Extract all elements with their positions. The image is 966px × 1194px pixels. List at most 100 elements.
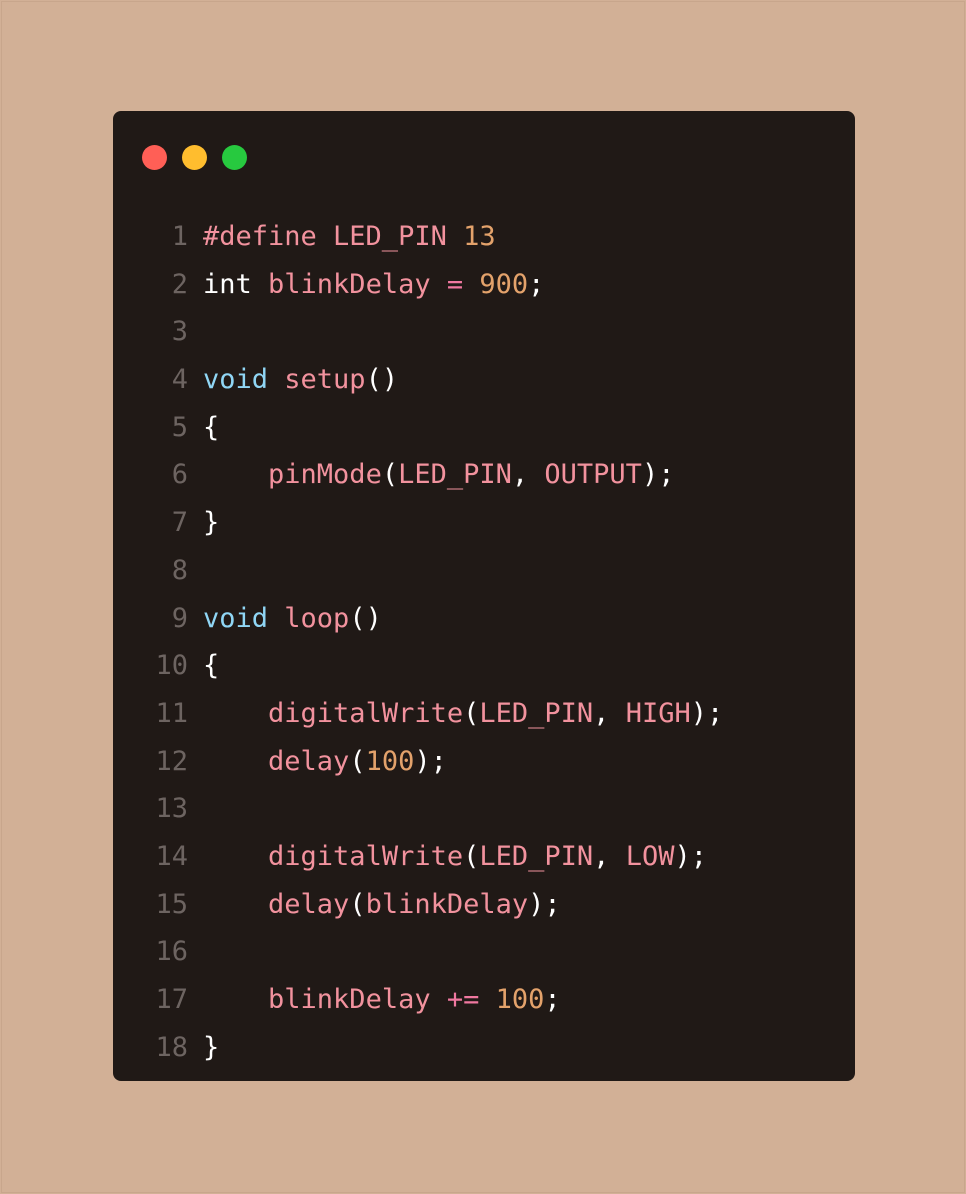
line-content: digitalWrite(LED_PIN, LOW); [188, 833, 707, 881]
line-number: 12 [155, 745, 188, 777]
line-content: #define LED_PIN 13 [188, 213, 496, 261]
line-content: delay(blinkDelay); [188, 881, 561, 929]
line-content: } [188, 1024, 219, 1072]
code-token: ); [674, 840, 707, 872]
line-content: blinkDelay += 100; [188, 976, 561, 1024]
line-number: 3 [171, 316, 188, 348]
code-token: = [446, 268, 480, 300]
code-token: #define LED_PIN [203, 221, 464, 252]
code-token: , [511, 459, 545, 491]
code-token: delay [268, 745, 350, 777]
code-token: OUTPUT [544, 459, 642, 491]
line-number: 8 [171, 554, 188, 586]
code-line: 12 delay(100); [113, 738, 855, 786]
code-line: 6 pinMode(LED_PIN, OUTPUT); [113, 451, 855, 499]
line-number: 17 [155, 984, 188, 1015]
code-line: 4 void setup() [113, 356, 855, 404]
line-number: 5 [171, 411, 188, 443]
line-content: } [188, 499, 219, 547]
code-token: { [203, 411, 220, 443]
line-number: 13 [155, 793, 188, 825]
line-number: 15 [155, 888, 188, 920]
code-token: blinkDelay [268, 268, 447, 300]
line-number: 4 [171, 364, 188, 396]
code-line: 1 #define LED_PIN 13 [113, 213, 855, 261]
code-line: 15 delay(blinkDelay); [113, 881, 855, 929]
code-token: () [365, 364, 399, 396]
code-line: 10 { [113, 642, 855, 690]
code-token: int [203, 268, 269, 300]
maximize-window-button[interactable] [222, 145, 247, 170]
code-line: 13 [113, 785, 855, 833]
code-token: ( [381, 459, 399, 491]
code-token: ); [641, 459, 675, 491]
code-token: void [203, 364, 285, 396]
line-number: 18 [155, 1031, 188, 1063]
code-token: ( [349, 745, 366, 777]
code-token: ); [690, 697, 724, 729]
code-token: 100 [365, 745, 415, 777]
code-token: ; [544, 984, 561, 1015]
line-number: 14 [155, 840, 188, 872]
code-token: void [203, 602, 285, 634]
code-line: 7} [113, 499, 855, 547]
code-token: blinkDelay [268, 984, 447, 1015]
code-token: { [203, 650, 220, 682]
code-line: 18} [113, 1024, 855, 1072]
code-window: 1 #define LED_PIN 13 2 int blinkDelay = 900… [113, 111, 855, 1081]
code-line: 9 void loop() [113, 595, 855, 643]
code-line: 8 [113, 547, 855, 595]
code-token: () [349, 602, 382, 634]
line-number: 11 [155, 697, 188, 729]
line-content: digitalWrite(LED_PIN, HIGH); [188, 690, 723, 738]
code-token: blinkDelay [365, 888, 529, 920]
line-number: 6 [171, 459, 188, 491]
code-line: 5{ [113, 404, 855, 452]
code-token: } [203, 507, 220, 539]
line-number: 16 [155, 936, 188, 968]
code-line: 3 [113, 308, 855, 356]
code-token: ( [463, 840, 480, 872]
code-token: HIGH [625, 697, 691, 729]
line-content: { [188, 404, 219, 452]
line-content: void loop() [188, 595, 382, 643]
code-token: LED_PIN [479, 697, 594, 729]
code-token: digitalWrite [268, 840, 464, 872]
minimize-window-button[interactable] [182, 145, 207, 170]
line-content: pinMode(LED_PIN, OUTPUT); [188, 451, 674, 499]
code-token: ); [414, 745, 447, 777]
code-token: 13 [463, 221, 496, 252]
line-content: { [188, 642, 219, 690]
line-content: delay(100); [188, 738, 447, 786]
code-token: += [446, 984, 496, 1015]
code-line: 17 blinkDelay += 100; [113, 976, 855, 1024]
code-token: delay [268, 888, 350, 920]
code-token: , [593, 840, 626, 872]
code-token: ; [528, 268, 545, 300]
code-token: , [593, 697, 626, 729]
code-editor[interactable]: 1 #define LED_PIN 13 2 int blinkDelay = 900… [113, 213, 855, 1071]
code-line: 11 digitalWrite(LED_PIN, HIGH); [113, 690, 855, 738]
code-token: 900 [479, 268, 529, 300]
code-line: 14 digitalWrite(LED_PIN, LOW); [113, 833, 855, 881]
line-number: 9 [171, 602, 188, 634]
code-token: 100 [495, 984, 545, 1015]
code-token: LED_PIN [398, 459, 512, 491]
code-token: digitalWrite [268, 697, 464, 729]
close-window-button[interactable] [142, 145, 167, 170]
code-token: } [203, 1031, 220, 1063]
code-token: ( [463, 697, 480, 729]
line-content: int blinkDelay = 900; [188, 261, 544, 309]
line-number: 10 [155, 650, 188, 682]
code-token: loop [284, 602, 350, 634]
code-line: 16 [113, 928, 855, 976]
code-token: ( [349, 888, 366, 920]
code-token: setup [284, 364, 366, 396]
line-number: 7 [171, 507, 188, 539]
